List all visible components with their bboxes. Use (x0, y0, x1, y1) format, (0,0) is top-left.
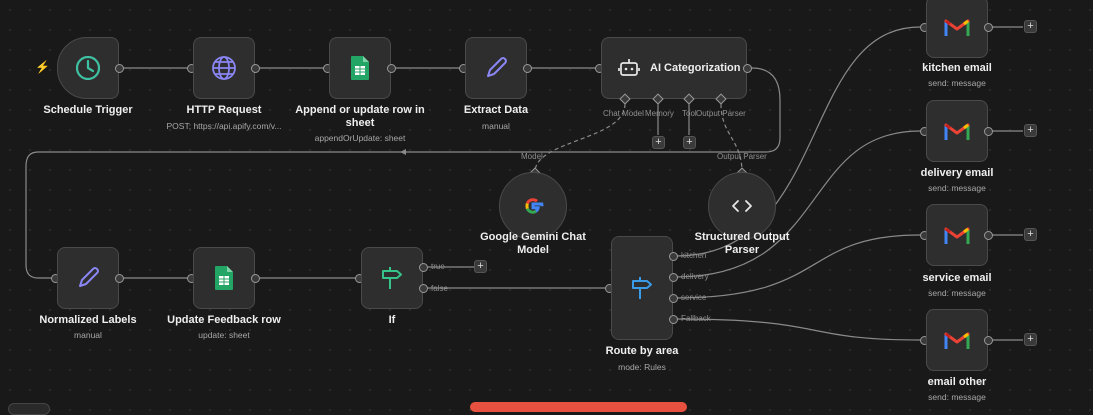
if-true-label: true (431, 262, 445, 271)
edge-route-fallback (675, 318, 921, 341)
service-email-subtitle: send: message (928, 288, 986, 298)
gmail-icon (944, 121, 970, 141)
if-false-port[interactable] (419, 284, 428, 293)
sheets-icon (350, 55, 370, 81)
service-email-out-port[interactable] (984, 231, 993, 240)
gemini-chat-model-node[interactable] (499, 172, 567, 240)
zoom-controls[interactable] (8, 403, 50, 415)
if-true-port[interactable] (419, 263, 428, 272)
kitchen-email-node[interactable] (926, 0, 988, 58)
ai-chatmodel-label: Chat Model (603, 109, 644, 118)
gemini-title: Google Gemini Chat Model (480, 231, 586, 256)
extract-title: Extract Data (463, 104, 529, 116)
email-other-title: email other (927, 376, 987, 388)
kitchen-email-out-port[interactable] (984, 23, 993, 32)
email-other-node[interactable] (926, 309, 988, 371)
service-email-add-button[interactable]: + (1024, 228, 1037, 241)
feedback-subtitle: update: sheet (198, 330, 250, 340)
kitchen-email-subtitle: send: message (928, 78, 986, 88)
route-title: Route by area (605, 345, 679, 357)
extract-data-node[interactable] (465, 37, 527, 99)
extract-subtitle: manual (482, 121, 510, 131)
if-title: If (388, 314, 396, 326)
normalized-subtitle: manual (74, 330, 102, 340)
delivery-email-subtitle: send: message (928, 183, 986, 193)
extract-out-port[interactable] (523, 64, 532, 73)
structured-output-parser-node[interactable] (708, 172, 776, 240)
feedback-out-port[interactable] (251, 274, 260, 283)
email-other-subtitle: send: message (928, 392, 986, 402)
route-delivery-label: delivery (681, 272, 709, 281)
feedback-title: Update Feedback row (167, 314, 281, 326)
route-fallback-label: Fallback (681, 314, 711, 323)
parser-edge-label: Output Parser (717, 152, 767, 161)
delivery-email-title: delivery email (920, 167, 994, 179)
http-out-port[interactable] (251, 64, 260, 73)
delivery-email-add-button[interactable]: + (1024, 124, 1037, 137)
route-service-label: service (681, 293, 707, 302)
globe-icon (210, 54, 238, 82)
execute-workflow-button[interactable] (470, 402, 687, 412)
route-by-area-node[interactable] (611, 236, 673, 340)
ai-categorization-node[interactable]: AI Categorization (601, 37, 747, 99)
delivery-email-out-port[interactable] (984, 127, 993, 136)
delivery-email-node[interactable] (926, 100, 988, 162)
normalized-title: Normalized Labels (39, 314, 137, 326)
ai-memory-label: Memory (645, 109, 674, 118)
http-subtitle: POST: https://api.apify.com/v... (166, 121, 282, 131)
append-sheet-node[interactable] (329, 37, 391, 99)
google-icon (521, 194, 545, 218)
route-subtitle: mode: Rules (618, 362, 666, 372)
if-node[interactable] (361, 247, 423, 309)
schedule-trigger-node[interactable] (57, 37, 119, 99)
code-icon (731, 198, 753, 214)
kitchen-email-add-button[interactable]: + (1024, 20, 1037, 33)
email-other-add-button[interactable]: + (1024, 333, 1037, 346)
ai-memory-add-button[interactable]: + (652, 136, 665, 149)
append-out-port[interactable] (387, 64, 396, 73)
clock-icon (74, 54, 102, 82)
append-title: Append or update row in sheet (295, 104, 425, 129)
ai-parser-label: Output Parser (696, 109, 746, 118)
ai-tool-add-button[interactable]: + (683, 136, 696, 149)
http-title: HTTP Request (186, 104, 262, 116)
sheets-icon (214, 265, 234, 291)
append-subtitle: appendOrUpdate: sheet (314, 133, 406, 143)
http-request-node[interactable] (193, 37, 255, 99)
arrow-left-marker (400, 149, 406, 155)
gmail-icon (944, 17, 970, 37)
workflow-canvas[interactable]: ⚡ Schedule Trigger HTTP Request POST: ht… (0, 0, 1093, 415)
ai-tool-label: Tool (682, 109, 697, 118)
router-icon (629, 275, 655, 301)
pen-icon (75, 265, 101, 291)
update-feedback-node[interactable] (193, 247, 255, 309)
normalized-labels-node[interactable] (57, 247, 119, 309)
if-true-add-button[interactable]: + (474, 260, 487, 273)
schedule-title: Schedule Trigger (43, 104, 133, 116)
if-icon (379, 265, 405, 291)
kitchen-email-title: kitchen email (922, 62, 992, 74)
pen-icon (483, 55, 509, 81)
route-delivery-port[interactable] (669, 273, 678, 282)
route-kitchen-port[interactable] (669, 252, 678, 261)
service-email-title: service email (922, 272, 992, 284)
ai-title: AI Categorization (650, 62, 741, 74)
gmail-icon (944, 330, 970, 350)
service-email-node[interactable] (926, 204, 988, 266)
bolt-icon: ⚡ (35, 60, 50, 74)
if-false-label: false (431, 284, 448, 293)
route-fallback-port[interactable] (669, 315, 678, 324)
email-other-out-port[interactable] (984, 336, 993, 345)
robot-icon (618, 57, 640, 79)
gmail-icon (944, 225, 970, 245)
gemini-edge-label: Model (521, 152, 543, 161)
ai-out-port[interactable] (743, 64, 752, 73)
normalized-out-port[interactable] (115, 274, 124, 283)
route-kitchen-label: kitchen (681, 251, 707, 260)
schedule-out-port[interactable] (115, 64, 124, 73)
route-service-port[interactable] (669, 294, 678, 303)
